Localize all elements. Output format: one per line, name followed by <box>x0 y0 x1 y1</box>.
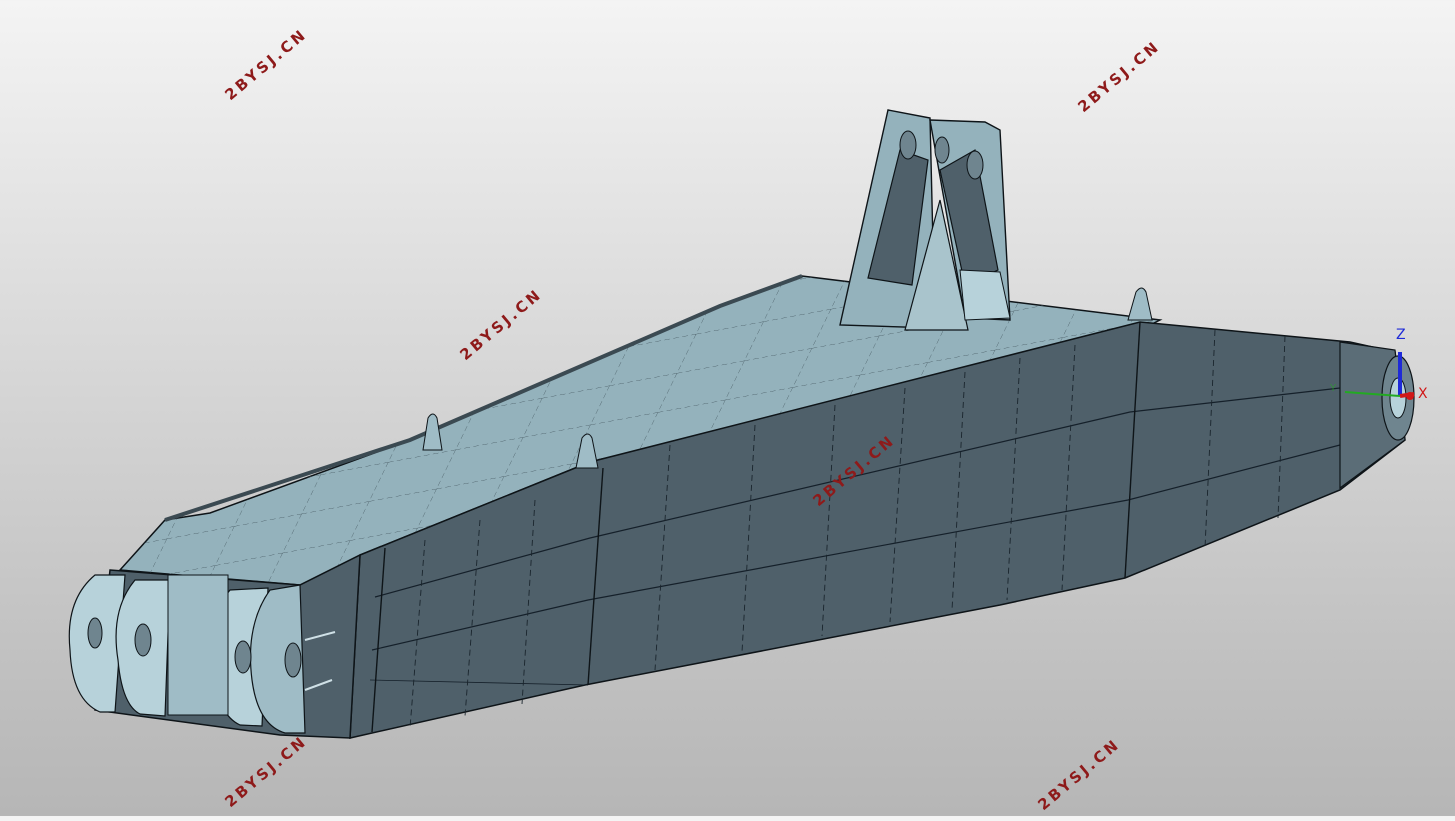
3d-viewport[interactable]: Z X Y 2BYSJ.CN 2BYSJ.CN 2BYSJ.CN 2BYSJ.C… <box>0 0 1455 816</box>
z-axis-label: Z <box>1396 327 1406 343</box>
boom-model[interactable] <box>0 0 1455 816</box>
front-lug-assembly <box>68 553 361 739</box>
mast-bracket <box>839 109 1011 331</box>
x-axis-label: X <box>1418 386 1428 402</box>
y-axis-label: Y <box>1330 383 1337 394</box>
